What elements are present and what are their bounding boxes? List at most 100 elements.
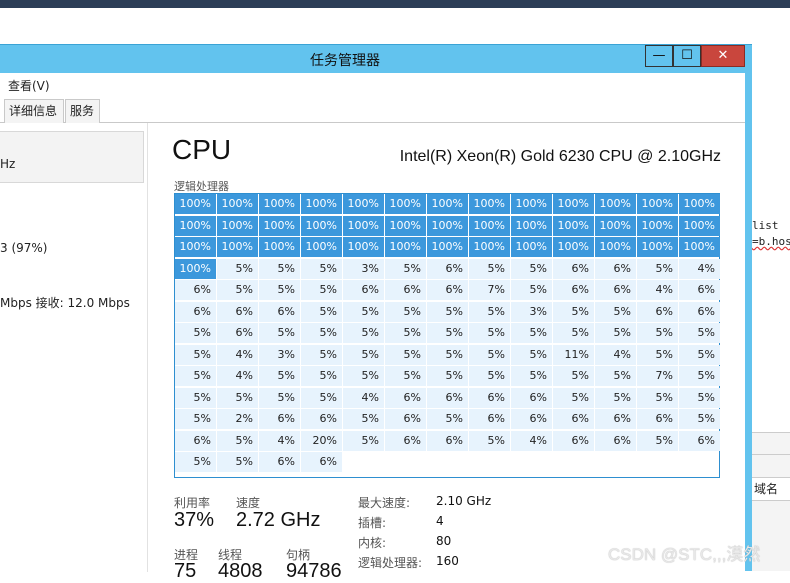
logical-processor-cell: 100% bbox=[175, 237, 216, 257]
logical-processor-cell: 5% bbox=[637, 387, 678, 408]
logical-processor-cell: 5% bbox=[217, 258, 258, 279]
sockets-value: 4 bbox=[436, 514, 444, 528]
logical-processor-cell: 100% bbox=[469, 215, 510, 236]
logical-processor-cell: 5% bbox=[637, 323, 678, 343]
logical-processor-cell: 5% bbox=[469, 430, 510, 451]
logical-processor-cell: 5% bbox=[427, 301, 468, 322]
logical-processor-cell: 100% bbox=[427, 194, 468, 214]
logical-processor-cell: 6% bbox=[301, 409, 342, 429]
logical-processor-cell: 5% bbox=[679, 344, 720, 365]
logical-processor-cell: 5% bbox=[175, 387, 216, 408]
logical-processor-cell: 3% bbox=[343, 258, 384, 279]
logical-processor-cell: 100% bbox=[175, 215, 216, 236]
logical-processor-cell: 5% bbox=[469, 323, 510, 343]
logical-processor-cell: 100% bbox=[385, 237, 426, 257]
code-line: list bbox=[752, 219, 779, 232]
minimize-button[interactable]: — bbox=[645, 45, 673, 67]
background-code-editor: list =b.hos bbox=[752, 218, 790, 250]
logical-processor-cell: 2% bbox=[217, 409, 258, 429]
logical-processor-cell: 6% bbox=[217, 323, 258, 343]
logical-processor-cell: 6% bbox=[385, 280, 426, 300]
logical-processor-cell: 100% bbox=[637, 237, 678, 257]
logical-processor-cell: 100% bbox=[259, 237, 300, 257]
desktop-top-bar bbox=[0, 0, 790, 8]
logical-processor-cell: 5% bbox=[427, 366, 468, 386]
window-client-area: 查看(V) 详细信息 服务 Hz 3 (97%) Mbps 接收: 12.0 M… bbox=[0, 73, 745, 582]
tab-services[interactable]: 服务 bbox=[65, 99, 100, 123]
logical-processor-cell: 5% bbox=[175, 452, 216, 472]
logical-processor-cell: 4% bbox=[595, 344, 636, 365]
title-bar[interactable]: 任务管理器 — ☐ ✕ bbox=[0, 45, 752, 73]
resource-item-cpu[interactable]: Hz bbox=[0, 131, 144, 183]
logical-processor-cell: 5% bbox=[301, 344, 342, 365]
resource-item-ethernet[interactable]: Mbps 接收: 12.0 Mbps bbox=[0, 294, 130, 311]
logical-processor-cell: 5% bbox=[595, 387, 636, 408]
logical-processor-cell: 6% bbox=[427, 430, 468, 451]
logical-processor-cell: 6% bbox=[553, 258, 594, 279]
logical-processor-cell: 100% bbox=[427, 215, 468, 236]
utilization-value: 37% bbox=[174, 509, 215, 531]
logical-processor-cell: 7% bbox=[469, 280, 510, 300]
logical-processor-cell: 100% bbox=[343, 194, 384, 214]
logical-processor-cell: 5% bbox=[385, 344, 426, 365]
logical-processor-cell: 5% bbox=[553, 301, 594, 322]
logical-processor-cell: 5% bbox=[259, 387, 300, 408]
logical-processor-cell: 5% bbox=[343, 323, 384, 343]
logical-processor-grid[interactable]: 100% 100% 100% 100% 100% 100% 100% 100% 100% 100%… bbox=[174, 193, 720, 478]
logical-processor-cell: 6% bbox=[259, 452, 300, 472]
logical-processor-cell: 100% bbox=[385, 194, 426, 214]
cpu-heading: CPU bbox=[172, 134, 232, 165]
logical-processor-cell: 5% bbox=[343, 409, 384, 429]
logical-processor-cell: 100% bbox=[385, 215, 426, 236]
logical-processor-cell: 6% bbox=[679, 301, 720, 322]
threads-value: 4808 bbox=[218, 560, 263, 582]
logical-processor-cell: 5% bbox=[511, 344, 552, 365]
logical-processor-cell: 6% bbox=[175, 301, 216, 322]
watermark: CSDN @STC,,,漠然 bbox=[608, 545, 761, 564]
logical-processor-cell: 100% bbox=[259, 215, 300, 236]
logical-processor-cell: 100% bbox=[679, 215, 720, 236]
logical-processor-cell: 100% bbox=[553, 237, 594, 257]
close-button[interactable]: ✕ bbox=[701, 45, 745, 67]
logical-processor-cell: 7% bbox=[637, 366, 678, 386]
logical-processor-cell: 5% bbox=[175, 323, 216, 343]
logical-processor-cell: 6% bbox=[343, 280, 384, 300]
logical-processor-cell: 5% bbox=[301, 258, 342, 279]
logical-processor-cell: 6% bbox=[679, 280, 720, 300]
logical-processor-cell: 5% bbox=[217, 387, 258, 408]
logical-processor-cell: 6% bbox=[553, 280, 594, 300]
logical-processor-cell: 5% bbox=[595, 323, 636, 343]
maximize-button[interactable]: ☐ bbox=[673, 45, 701, 67]
task-manager-window: 任务管理器 — ☐ ✕ 查看(V) 详细信息 服务 Hz 3 (97%) Mbp… bbox=[0, 44, 752, 582]
logical-processor-cell: 5% bbox=[511, 323, 552, 343]
processes-value: 75 bbox=[174, 560, 197, 582]
code-line: =b.hos bbox=[752, 235, 790, 248]
menu-view[interactable]: 查看(V) bbox=[8, 77, 50, 94]
logical-processor-cell: 100% bbox=[595, 237, 636, 257]
handles-value: 94786 bbox=[286, 560, 342, 582]
divider bbox=[752, 432, 790, 433]
max-speed-label: 最大速度: bbox=[358, 496, 411, 510]
window-title: 任务管理器 bbox=[310, 53, 380, 69]
logical-processor-cell: 100% bbox=[175, 194, 216, 214]
tab-details[interactable]: 详细信息 bbox=[4, 99, 64, 123]
logical-processor-cell: 6% bbox=[259, 409, 300, 429]
logical-processor-cell: 5% bbox=[553, 387, 594, 408]
logical-processor-cell: 6% bbox=[427, 258, 468, 279]
logical-processor-cell: 5% bbox=[217, 430, 258, 451]
logical-processor-cell: 3% bbox=[511, 301, 552, 322]
logical-processor-cell: 3% bbox=[259, 344, 300, 365]
resource-item-memory[interactable]: 3 (97%) bbox=[0, 241, 47, 255]
logical-processor-cell: 5% bbox=[427, 344, 468, 365]
logical-processor-cell: 6% bbox=[595, 409, 636, 429]
logical-processor-cell: 5% bbox=[343, 301, 384, 322]
logical-processor-cell: 5% bbox=[553, 366, 594, 386]
cores-label: 内核: bbox=[358, 536, 387, 550]
logical-processor-cell: 5% bbox=[469, 344, 510, 365]
logical-processor-cell: 5% bbox=[595, 366, 636, 386]
logical-processor-cell: 100% bbox=[511, 237, 552, 257]
logical-processor-cell: 5% bbox=[217, 280, 258, 300]
column-header[interactable]: 域名 bbox=[752, 477, 790, 501]
logical-processor-cell: 100% bbox=[301, 237, 342, 257]
logical-processor-cell: 5% bbox=[175, 366, 216, 386]
